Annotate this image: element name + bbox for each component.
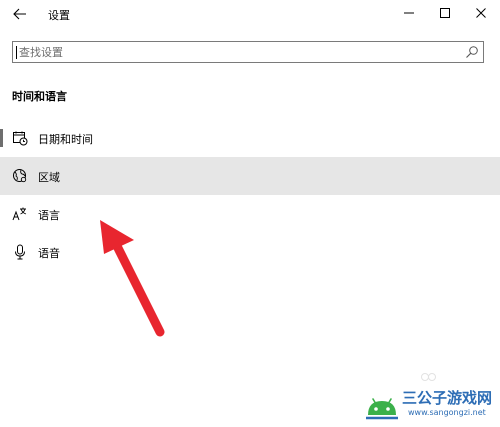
watermark: 三公子游戏网 www.sangongzi.net: [360, 379, 500, 427]
close-icon: [476, 8, 486, 18]
maximize-icon: [440, 8, 450, 18]
nav-label: 日期和时间: [38, 133, 93, 146]
nav-item-speech[interactable]: 语音: [0, 233, 500, 271]
minimize-icon: [404, 12, 414, 14]
nav-item-region[interactable]: 区域: [0, 157, 500, 195]
arrow-left-icon: [13, 8, 26, 20]
globe-region-icon: [13, 169, 27, 183]
calendar-clock-icon: [13, 131, 28, 146]
language-icon: [12, 207, 27, 221]
search-input[interactable]: [19, 42, 459, 62]
microphone-icon: [15, 244, 25, 260]
back-button[interactable]: [8, 4, 32, 24]
window-title: 设置: [48, 9, 70, 22]
android-logo-icon: [366, 398, 398, 420]
nav-label: 语音: [38, 247, 60, 260]
section-heading: 时间和语言: [12, 90, 67, 103]
nav-item-date-time[interactable]: 日期和时间: [0, 119, 500, 157]
title-bar: 设置: [0, 0, 500, 30]
search-box[interactable]: [12, 41, 484, 63]
minimize-button[interactable]: [396, 3, 422, 23]
nav-item-language[interactable]: 语言: [0, 195, 500, 233]
nav-label: 语言: [38, 209, 60, 222]
settings-window: 设置 时间和语言: [0, 0, 500, 427]
watermark-title: 三公子游戏网: [402, 389, 493, 407]
selection-indicator: [0, 129, 3, 147]
maximize-button[interactable]: [432, 3, 458, 23]
nav-label: 区域: [38, 171, 60, 184]
close-button[interactable]: [468, 3, 494, 23]
search-icon[interactable]: [465, 45, 479, 59]
watermark-url: www.sangongzi.net: [408, 408, 486, 417]
text-caret: [16, 46, 17, 59]
red-arrow-annotation: [100, 220, 165, 337]
